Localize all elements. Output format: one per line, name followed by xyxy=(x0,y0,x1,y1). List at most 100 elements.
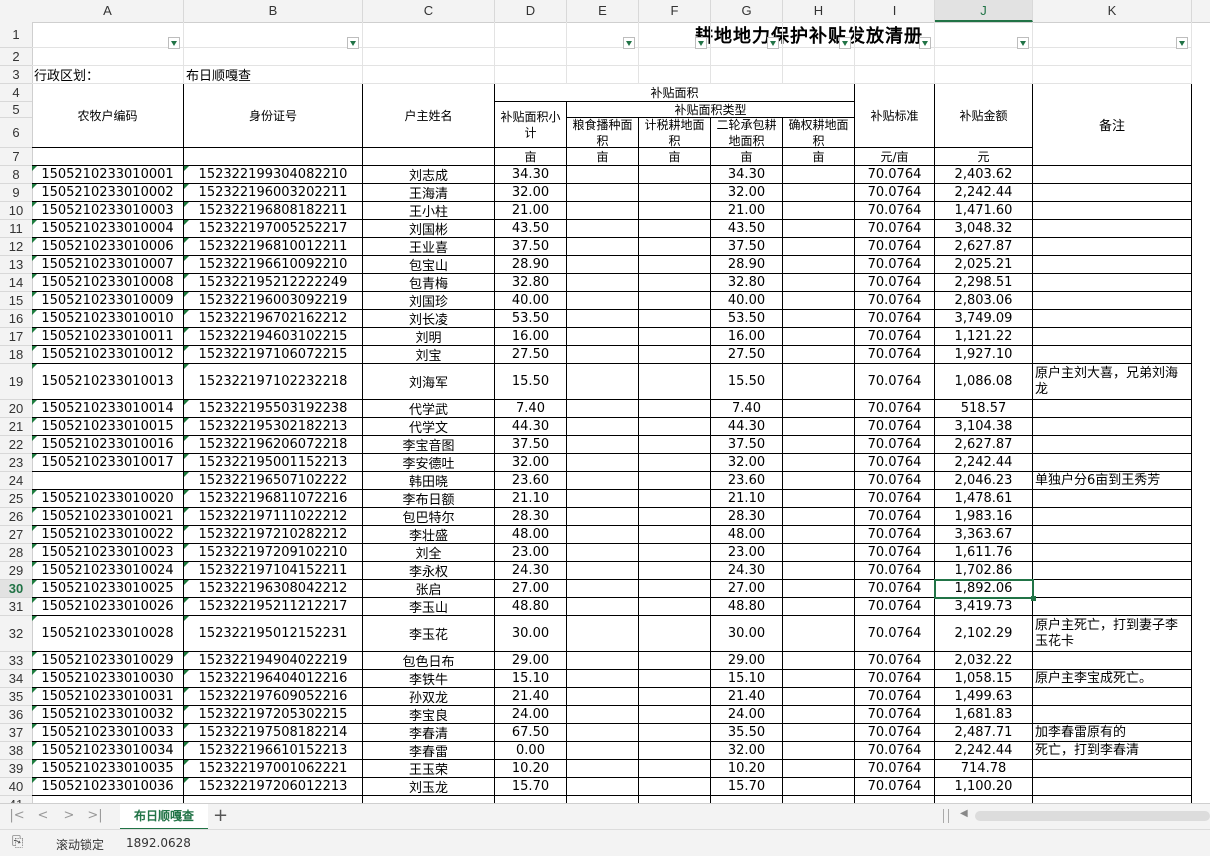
cell-amount[interactable]: 1,478.61 xyxy=(935,490,1033,508)
cell-contract-area[interactable]: 27.50 xyxy=(711,346,783,364)
cell-area-subtotal[interactable]: 32.00 xyxy=(495,184,567,202)
cell-right-area[interactable] xyxy=(783,454,855,472)
cell-right-area[interactable] xyxy=(783,292,855,310)
row-header-21[interactable]: 21 xyxy=(0,418,32,436)
cell-remark[interactable]: 原户主李宝成死亡。 xyxy=(1033,670,1192,688)
spreadsheet-grid[interactable]: 耕地地力保护补贴发放清册 行政区划： 布日顺嘎查 农牧户编码 身份证号 户主姓名 补贴面积… xyxy=(32,22,1210,803)
cell-grain-area[interactable] xyxy=(567,220,639,238)
cell-head-name[interactable]: 王玉荣 xyxy=(363,760,495,778)
cell-standard[interactable]: 70.0764 xyxy=(855,616,935,652)
cell-amount[interactable]: 1,892.06 xyxy=(935,580,1033,598)
cell-standard[interactable]: 70.0764 xyxy=(855,580,935,598)
cell-amount[interactable]: 1,471.60 xyxy=(935,202,1033,220)
cell-head-name[interactable]: 刘玉龙 xyxy=(363,778,495,796)
cell-contract-area[interactable]: 30.00 xyxy=(711,616,783,652)
cell-standard[interactable]: 70.0764 xyxy=(855,346,935,364)
cell-grain-area[interactable] xyxy=(567,652,639,670)
cell-farmer-code[interactable]: 1505210233010006 xyxy=(32,238,184,256)
cell-id-number[interactable]: 152322196810012211 xyxy=(184,238,363,256)
cell-farmer-code[interactable]: 1505210233010012 xyxy=(32,346,184,364)
empty-cell[interactable] xyxy=(711,66,783,84)
cell-contract-area[interactable]: 27.00 xyxy=(711,580,783,598)
cell-amount[interactable]: 714.78 xyxy=(935,760,1033,778)
cell-tax-area[interactable] xyxy=(639,598,711,616)
cell-amount[interactable]: 3,363.67 xyxy=(935,526,1033,544)
cell-tax-area[interactable] xyxy=(639,508,711,526)
cell-tax-area[interactable] xyxy=(639,490,711,508)
cell-contract-area[interactable]: 15.10 xyxy=(711,670,783,688)
cell-amount[interactable]: 1,681.83 xyxy=(935,706,1033,724)
title-row-cell[interactable] xyxy=(32,22,184,48)
cell-head-name[interactable]: 包巴特尔 xyxy=(363,508,495,526)
cell-standard[interactable]: 70.0764 xyxy=(855,274,935,292)
cell-remark[interactable] xyxy=(1033,778,1192,796)
row-header-7[interactable]: 7 xyxy=(0,148,32,166)
empty-cell[interactable] xyxy=(935,48,1033,66)
cell-remark[interactable] xyxy=(1033,400,1192,418)
partial-row-cell[interactable] xyxy=(639,796,711,803)
row-header-12[interactable]: 12 xyxy=(0,238,32,256)
row-header-24[interactable]: 24 xyxy=(0,472,32,490)
cell-tax-area[interactable] xyxy=(639,472,711,490)
cell-grain-area[interactable] xyxy=(567,436,639,454)
cell-standard[interactable]: 70.0764 xyxy=(855,166,935,184)
cell-right-area[interactable] xyxy=(783,418,855,436)
cell-farmer-code[interactable]: 1505210233010029 xyxy=(32,652,184,670)
cell-grain-area[interactable] xyxy=(567,670,639,688)
cell-standard[interactable]: 70.0764 xyxy=(855,310,935,328)
cell-amount[interactable]: 3,104.38 xyxy=(935,418,1033,436)
cell-grain-area[interactable] xyxy=(567,274,639,292)
empty-cell[interactable] xyxy=(32,48,184,66)
row-header-28[interactable]: 28 xyxy=(0,544,32,562)
cell-id-number[interactable]: 152322199304082210 xyxy=(184,166,363,184)
cell-tax-area[interactable] xyxy=(639,274,711,292)
cell-remark[interactable] xyxy=(1033,706,1192,724)
cell-id-number[interactable]: 152322197205302215 xyxy=(184,706,363,724)
cell-farmer-code[interactable]: 1505210233010034 xyxy=(32,742,184,760)
cell-grain-area[interactable] xyxy=(567,598,639,616)
partial-row-cell[interactable] xyxy=(783,796,855,803)
cell-area-subtotal[interactable]: 21.40 xyxy=(495,688,567,706)
cell-tax-area[interactable] xyxy=(639,562,711,580)
cell-standard[interactable]: 70.0764 xyxy=(855,184,935,202)
cell-grain-area[interactable] xyxy=(567,238,639,256)
column-header-E[interactable]: E xyxy=(567,0,639,22)
cell-tax-area[interactable] xyxy=(639,526,711,544)
cell-farmer-code[interactable]: 1505210233010010 xyxy=(32,310,184,328)
cell-standard[interactable]: 70.0764 xyxy=(855,256,935,274)
cell-farmer-code[interactable]: 1505210233010002 xyxy=(32,184,184,202)
cell-id-number[interactable]: 152322195302182213 xyxy=(184,418,363,436)
cell-remark[interactable] xyxy=(1033,562,1192,580)
row-header-31[interactable]: 31 xyxy=(0,598,32,616)
cell-id-number[interactable]: 152322197106072215 xyxy=(184,346,363,364)
empty-cell[interactable] xyxy=(639,48,711,66)
cell-head-name[interactable]: 代学武 xyxy=(363,400,495,418)
cell-farmer-code[interactable]: 1505210233010020 xyxy=(32,490,184,508)
row-header-27[interactable]: 27 xyxy=(0,526,32,544)
cell-tax-area[interactable] xyxy=(639,400,711,418)
cell-id-number[interactable]: 152322196308042212 xyxy=(184,580,363,598)
cell-head-name[interactable]: 代学文 xyxy=(363,418,495,436)
cell-area-subtotal[interactable]: 23.00 xyxy=(495,544,567,562)
title-row-cell[interactable] xyxy=(184,22,363,48)
cell-standard[interactable]: 70.0764 xyxy=(855,292,935,310)
cell-amount[interactable]: 2,032.22 xyxy=(935,652,1033,670)
column-header-I[interactable]: I xyxy=(855,0,935,22)
cell-id-number[interactable]: 152322194904022219 xyxy=(184,652,363,670)
cell-farmer-code[interactable]: 1505210233010004 xyxy=(32,220,184,238)
cell-contract-area[interactable]: 37.50 xyxy=(711,238,783,256)
cell-area-subtotal[interactable]: 37.50 xyxy=(495,436,567,454)
cell-remark[interactable] xyxy=(1033,436,1192,454)
cell-standard[interactable]: 70.0764 xyxy=(855,454,935,472)
row-header-29[interactable]: 29 xyxy=(0,562,32,580)
cell-tax-area[interactable] xyxy=(639,436,711,454)
cell-right-area[interactable] xyxy=(783,760,855,778)
empty-cell[interactable] xyxy=(184,48,363,66)
cell-right-area[interactable] xyxy=(783,346,855,364)
cell-area-subtotal[interactable]: 32.00 xyxy=(495,454,567,472)
cell-standard[interactable]: 70.0764 xyxy=(855,652,935,670)
cell-right-area[interactable] xyxy=(783,508,855,526)
cell-remark[interactable] xyxy=(1033,454,1192,472)
empty-cell[interactable] xyxy=(855,66,935,84)
cell-id-number[interactable]: 152322196003202211 xyxy=(184,184,363,202)
